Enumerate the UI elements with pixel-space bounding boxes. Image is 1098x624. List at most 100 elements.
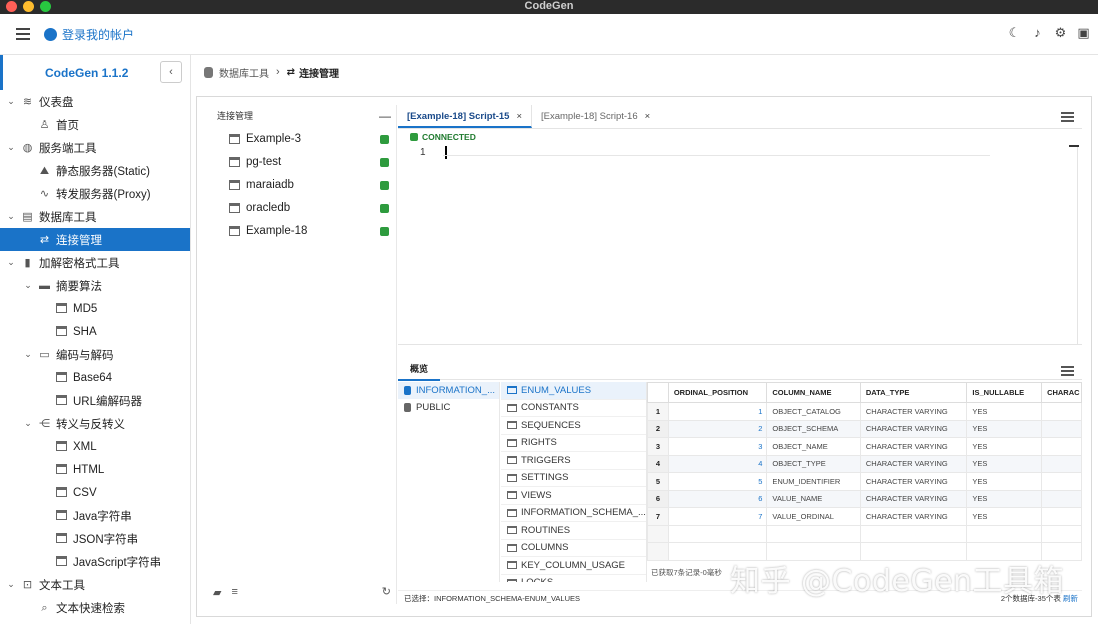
sidebar-item[interactable]: ⌄ ▮ 加解密格式工具 xyxy=(0,251,190,274)
table-row[interactable]: 6 6 VALUE_NAME CHARACTER VARYING YES xyxy=(647,489,1082,508)
minimize-icon[interactable]: — xyxy=(379,105,391,127)
minimize-window-button[interactable] xyxy=(23,1,34,12)
table-row[interactable]: 3 3 OBJECT_NAME CHARACTER VARYING YES xyxy=(647,437,1082,456)
table-item[interactable]: INFORMATION_SCHEMA_... xyxy=(501,505,646,522)
table-row[interactable]: 7 7 VALUE_ORDINAL CHARACTER VARYING YES xyxy=(647,507,1082,526)
table-row[interactable]: 4 4 OBJECT_TYPE CHARACTER VARYING YES xyxy=(647,454,1082,473)
chevron-down-icon[interactable]: ⌄ xyxy=(6,579,16,590)
sidebar-item[interactable]: ∿ 转发服务器(Proxy) xyxy=(0,182,190,205)
close-icon[interactable]: × xyxy=(645,111,651,122)
chevron-down-icon[interactable]: ⌄ xyxy=(23,349,33,360)
column-header[interactable]: IS_NULLABLE xyxy=(966,382,1043,403)
chevron-down-icon[interactable]: ⌄ xyxy=(6,211,16,222)
sidebar-item-label: 静态服务器(Static) xyxy=(56,165,150,178)
sidebar-item[interactable]: ⇄ 连接管理 xyxy=(0,228,190,251)
breadcrumb-parent[interactable]: 数据库工具 xyxy=(219,65,269,80)
hamburger-icon[interactable] xyxy=(1061,112,1074,124)
chevron-down-icon[interactable]: ⌄ xyxy=(6,96,16,107)
connection-item[interactable]: oracledb xyxy=(207,196,396,219)
table-row[interactable]: 5 5 ENUM_IDENTIFIER CHARACTER VARYING YES xyxy=(647,472,1082,491)
sidebar-item[interactable]: Java字符串 xyxy=(0,504,190,527)
chevron-down-icon[interactable]: ⌄ xyxy=(6,142,16,153)
column-header[interactable]: COLUMN_NAME xyxy=(766,382,861,403)
table-row[interactable]: 2 2 OBJECT_SCHEMA CHARACTER VARYING YES xyxy=(647,419,1082,438)
table-cell xyxy=(647,542,669,561)
sidebar-item[interactable]: Base64 xyxy=(0,366,190,389)
bell-icon[interactable]: ♪ xyxy=(1031,26,1044,39)
table-row[interactable]: 1 1 OBJECT_CATALOG CHARACTER VARYING YES xyxy=(647,402,1082,421)
chevron-down-icon[interactable]: ⌄ xyxy=(23,280,33,291)
table-cell: YES xyxy=(966,489,1043,508)
row-number: 4 xyxy=(647,454,669,473)
table-item[interactable]: COLUMNS xyxy=(501,540,646,557)
close-window-button[interactable] xyxy=(6,1,17,12)
folder-icon[interactable]: ▰ xyxy=(213,586,221,599)
table-item[interactable]: SETTINGS xyxy=(501,470,646,487)
hamburger-icon[interactable] xyxy=(1061,366,1074,378)
table-item[interactable]: LOCKS xyxy=(501,575,646,582)
watermark: 知乎 @CodeGen工具箱 xyxy=(730,564,1065,599)
login-link[interactable]: 登录我的帐户 xyxy=(44,26,134,43)
grid-body: 1 1 OBJECT_CATALOG CHARACTER VARYING YES 2 2 OB… xyxy=(647,402,1082,561)
sidebar-item[interactable]: URL编解码器 xyxy=(0,389,190,412)
table-item[interactable]: TRIGGERS xyxy=(501,452,646,470)
chevron-down-icon[interactable]: ⌄ xyxy=(6,257,16,268)
sidebar-item-label: 转义与反转义 xyxy=(56,418,125,431)
maximize-window-button[interactable] xyxy=(40,1,51,12)
table-item[interactable]: CONSTANTS xyxy=(501,400,646,417)
close-icon[interactable]: × xyxy=(516,111,522,122)
table-item[interactable]: VIEWS xyxy=(501,487,646,505)
schema-label: PUBLIC xyxy=(416,402,451,413)
column-header[interactable]: ORDINAL_POSITION xyxy=(667,382,768,403)
table-item[interactable]: SEQUENCES xyxy=(501,417,646,435)
code-area[interactable]: 1 xyxy=(398,145,1082,345)
table-item[interactable]: KEY_COLUMN_USAGE xyxy=(501,557,646,575)
add-list-icon[interactable]: ≡ xyxy=(231,586,237,598)
collapse-sidebar-button[interactable]: ‹ xyxy=(160,61,182,83)
table-icon xyxy=(507,578,517,582)
sidebar-item[interactable]: XML xyxy=(0,435,190,458)
connection-item[interactable]: pg-test xyxy=(207,150,396,173)
column-header[interactable]: CHARAC xyxy=(1041,382,1082,403)
refresh-icon[interactable]: ↻ xyxy=(382,585,391,598)
schema-item[interactable]: INFORMATION_... xyxy=(398,382,499,399)
text-cursor xyxy=(445,146,447,159)
sidebar-item[interactable]: SHA xyxy=(0,320,190,343)
moon-icon[interactable]: ☾ xyxy=(1008,26,1021,39)
sidebar-item[interactable]: JavaScript字符串 xyxy=(0,550,190,573)
sidebar-item[interactable]: ⛰ 静态服务器(Static) xyxy=(0,159,190,182)
table-item[interactable]: ROUTINES xyxy=(501,522,646,540)
sidebar-item[interactable]: ♙ 首页 xyxy=(0,113,190,136)
sidebar-item[interactable]: JSON字符串 xyxy=(0,527,190,550)
schema-item[interactable]: PUBLIC xyxy=(398,399,499,416)
connection-item[interactable]: Example-18 xyxy=(207,219,396,242)
sidebar-item[interactable]: ⌄ ▭ 编码与解码 xyxy=(0,343,190,366)
layout-icon[interactable]: ▣ xyxy=(1077,26,1090,39)
sidebar-item[interactable]: ⌕ 文本快速检索 xyxy=(0,596,190,619)
menu-icon[interactable] xyxy=(16,25,30,43)
refresh-link[interactable]: 刷新 xyxy=(1063,594,1078,603)
connection-item[interactable]: maraiadb xyxy=(207,173,396,196)
chevron-down-icon[interactable]: ⌄ xyxy=(23,418,33,429)
sidebar-item[interactable]: ⌄ ▬ 摘要算法 xyxy=(0,274,190,297)
sidebar-item[interactable]: ⌄ ⊡ 文本工具 xyxy=(0,573,190,596)
table-item[interactable]: ENUM_VALUES xyxy=(501,382,646,400)
tab-overview[interactable]: 概览 xyxy=(398,360,441,381)
sidebar-item[interactable]: CSV xyxy=(0,481,190,504)
gear-icon[interactable]: ⚙ xyxy=(1054,26,1067,39)
sidebar-item[interactable]: MD5 xyxy=(0,297,190,320)
column-header[interactable]: DATA_TYPE xyxy=(859,382,968,403)
connection-item[interactable]: Example-3 xyxy=(207,127,396,150)
vertical-scrollbar[interactable] xyxy=(1077,145,1078,345)
tab-script-16[interactable]: [Example-18] Script-16 × xyxy=(532,105,659,128)
sidebar-item[interactable]: HTML xyxy=(0,458,190,481)
table-cell: ENUM_IDENTIFIER xyxy=(766,472,861,491)
sidebar-item[interactable]: ⌄ ≋ 仪表盘 xyxy=(0,90,190,113)
sidebar-item[interactable]: ⌄ ▤ 数据库工具 xyxy=(0,205,190,228)
scroll-marker xyxy=(1069,145,1079,147)
table-cell: YES xyxy=(966,437,1043,456)
tab-script-15[interactable]: [Example-18] Script-15 × xyxy=(398,105,532,128)
table-item[interactable]: RIGHTS xyxy=(501,435,646,452)
sidebar-item[interactable]: ⌄ ◍ 服务端工具 xyxy=(0,136,190,159)
sidebar-item[interactable]: ⌄ ⋲ 转义与反转义 xyxy=(0,412,190,435)
